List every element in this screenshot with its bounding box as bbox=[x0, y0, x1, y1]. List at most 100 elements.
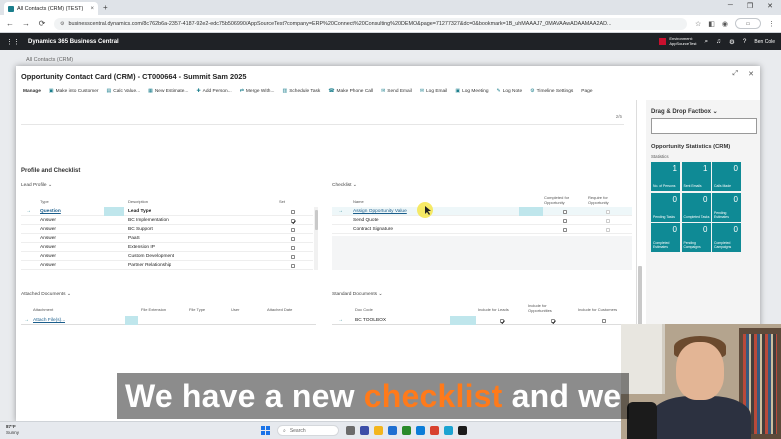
tab-close-icon[interactable]: × bbox=[90, 6, 94, 12]
table-row[interactable]: Answer BC Support bbox=[21, 225, 313, 234]
forward-icon[interactable]: → bbox=[22, 19, 30, 28]
action-log-note[interactable]: ✎ Log Note bbox=[497, 88, 523, 94]
tile-completed-campaigns[interactable]: 0 Completed Campaigns bbox=[712, 223, 741, 252]
table-row[interactable]: Send Quote bbox=[332, 216, 632, 225]
selected-cell[interactable] bbox=[519, 207, 543, 216]
table-row[interactable]: Answer Extension IP bbox=[21, 243, 313, 252]
teams-icon[interactable] bbox=[360, 426, 369, 435]
col-header-attached-date[interactable]: Attached Date bbox=[267, 307, 292, 313]
url-field[interactable]: ⚙ businesscentral.dynamics.com/8c762b6a-… bbox=[54, 17, 687, 30]
set-checkbox[interactable] bbox=[291, 254, 295, 259]
action-log-meeting[interactable]: ▣ Log Meeting bbox=[455, 88, 488, 94]
action-schedule-task[interactable]: ▥ Schedule Task bbox=[282, 88, 320, 94]
file-explorer-icon[interactable] bbox=[374, 426, 383, 435]
background-breadcrumb[interactable]: All Contacts (CRM) bbox=[26, 57, 73, 63]
table-row[interactable]: → Question Lead Type bbox=[21, 207, 313, 216]
action-new-estimate[interactable]: ▦ New Estimate... bbox=[148, 88, 188, 94]
col-header-doc-code[interactable]: Doc Code bbox=[355, 307, 373, 313]
app-launcher-icon[interactable]: ⋮⋮ bbox=[6, 38, 20, 46]
set-checkbox[interactable] bbox=[291, 245, 295, 250]
start-button[interactable] bbox=[261, 426, 270, 435]
col-header-include-customers[interactable]: Include for Customers bbox=[578, 307, 617, 313]
completed-checkbox[interactable] bbox=[563, 218, 567, 223]
table-row[interactable]: → BC TOOLBOX bbox=[332, 316, 632, 325]
completed-checkbox[interactable] bbox=[563, 227, 567, 232]
task-view-icon[interactable] bbox=[346, 426, 355, 435]
tile-sent-emails[interactable]: 1 Sent Emails bbox=[681, 162, 711, 191]
profile-icon[interactable]: ◉ bbox=[722, 20, 728, 28]
site-info-icon[interactable]: ⚙ bbox=[60, 21, 64, 27]
selected-cell[interactable] bbox=[125, 316, 138, 325]
lead-profile-title[interactable]: Lead Profile ⌄ bbox=[21, 183, 52, 188]
table-row[interactable]: Answer Partner Relationship bbox=[21, 261, 313, 270]
set-checkbox[interactable] bbox=[291, 236, 295, 241]
close-icon[interactable]: ✕ bbox=[748, 70, 754, 78]
action-calc-value[interactable]: ▤ Calc Value... bbox=[107, 88, 141, 94]
action-add-person[interactable]: ✚ Add Person... bbox=[196, 88, 231, 94]
edge-icon[interactable] bbox=[416, 426, 425, 435]
table-row[interactable]: → Assign Opportunity Value bbox=[332, 207, 632, 216]
environment-badge[interactable]: Environment: AppSourceTest bbox=[659, 36, 696, 46]
table-row[interactable]: → Attach File(s)... bbox=[21, 316, 316, 325]
col-header-description[interactable]: Description bbox=[128, 199, 148, 205]
col-header-file-extension[interactable]: File Extension bbox=[141, 307, 166, 313]
tile-completed-estimates[interactable]: 0 Completed Estimates bbox=[651, 223, 680, 252]
app-icon[interactable] bbox=[444, 426, 453, 435]
table-row[interactable]: Answer PaaS bbox=[21, 234, 313, 243]
chrome-icon[interactable] bbox=[430, 426, 439, 435]
reload-icon[interactable]: ⟳ bbox=[38, 19, 46, 28]
close-window-icon[interactable]: ✕ bbox=[767, 2, 773, 10]
action-log-email[interactable]: ✉ Log Email bbox=[420, 88, 448, 94]
col-header-include-leads[interactable]: Include for Leads bbox=[478, 307, 509, 313]
sidebar-toggle-button[interactable]: ▭ bbox=[735, 18, 761, 29]
minimize-icon[interactable]: ─ bbox=[728, 2, 733, 10]
action-timeline-settings[interactable]: ⚙ Timeline Settings bbox=[530, 88, 573, 94]
col-header-name[interactable]: Name bbox=[353, 199, 364, 205]
dragdrop-factbox-title[interactable]: Drag & Drop Factbox ⌄ bbox=[651, 108, 718, 115]
action-make-phone-call[interactable]: ☎ Make Phone Call bbox=[328, 88, 373, 94]
lead-profile-scrollbar[interactable] bbox=[314, 207, 318, 270]
notes-field[interactable]: 2/5 bbox=[21, 100, 624, 125]
set-checkbox[interactable] bbox=[291, 218, 295, 223]
col-header-completed[interactable]: Completed for Opportunity bbox=[544, 195, 584, 205]
table-row[interactable]: Answer Custom Development bbox=[21, 252, 313, 261]
action-send-email[interactable]: ✉ Send Email bbox=[381, 88, 412, 94]
new-tab-button[interactable]: + bbox=[103, 3, 108, 12]
tile-pending-estimates[interactable]: 0 Pending Estimates bbox=[712, 192, 741, 222]
notification-bell-icon[interactable]: ♫ bbox=[716, 38, 721, 45]
col-header-file-type[interactable]: File Type bbox=[189, 307, 205, 313]
col-header-user[interactable]: User bbox=[231, 307, 239, 313]
browser-tab[interactable]: All Contacts (CRM) (TEST) × bbox=[4, 2, 98, 15]
set-checkbox[interactable] bbox=[291, 227, 295, 232]
table-row[interactable]: Answer BC Implementation bbox=[21, 216, 313, 225]
include-leads-checkbox[interactable] bbox=[500, 318, 504, 323]
checklist-title[interactable]: Checklist ⌄ bbox=[332, 183, 357, 188]
taskbar-search[interactable]: ⌕ Search bbox=[277, 425, 339, 436]
excel-icon[interactable] bbox=[402, 426, 411, 435]
action-manage[interactable]: Manage bbox=[23, 88, 41, 94]
outlook-icon[interactable] bbox=[388, 426, 397, 435]
col-header-require[interactable]: Require for Opportunity bbox=[588, 195, 624, 205]
tile-completed-tasks[interactable]: 0 Completed Tasks bbox=[681, 192, 711, 222]
help-icon[interactable]: ? bbox=[743, 38, 747, 45]
maximize-icon[interactable]: ❐ bbox=[747, 2, 753, 10]
back-icon[interactable]: ← bbox=[6, 19, 14, 28]
include-customers-checkbox[interactable] bbox=[602, 318, 606, 323]
selected-cell[interactable] bbox=[450, 316, 476, 325]
scrollbar-thumb[interactable] bbox=[314, 210, 318, 230]
obs-icon[interactable] bbox=[458, 426, 467, 435]
tile-pending-tasks[interactable]: 0 Pending Tasks bbox=[651, 192, 680, 222]
opportunity-stats-title[interactable]: Opportunity Statistics (CRM) bbox=[651, 144, 730, 150]
tile-persons[interactable]: 1 No. of Persons bbox=[651, 162, 680, 191]
tile-calls-made[interactable]: 0 Calls Made bbox=[712, 162, 741, 191]
set-checkbox[interactable] bbox=[291, 263, 295, 268]
attached-documents-title[interactable]: Attached Documents ⌄ bbox=[21, 292, 71, 297]
search-icon[interactable]: ⌕ bbox=[704, 38, 708, 46]
col-header-type[interactable]: Type bbox=[40, 199, 49, 205]
col-header-set[interactable]: Set bbox=[279, 199, 285, 205]
profile-checklist-section-title[interactable]: Profile and Checklist bbox=[21, 168, 80, 174]
col-header-include-opportunities[interactable]: Include for Opportunities bbox=[528, 303, 568, 313]
bookmark-star-icon[interactable]: ☆ bbox=[695, 20, 701, 28]
include-opportunities-checkbox[interactable] bbox=[551, 318, 555, 323]
action-merge-with[interactable]: ⇄ Merge With... bbox=[240, 88, 275, 94]
